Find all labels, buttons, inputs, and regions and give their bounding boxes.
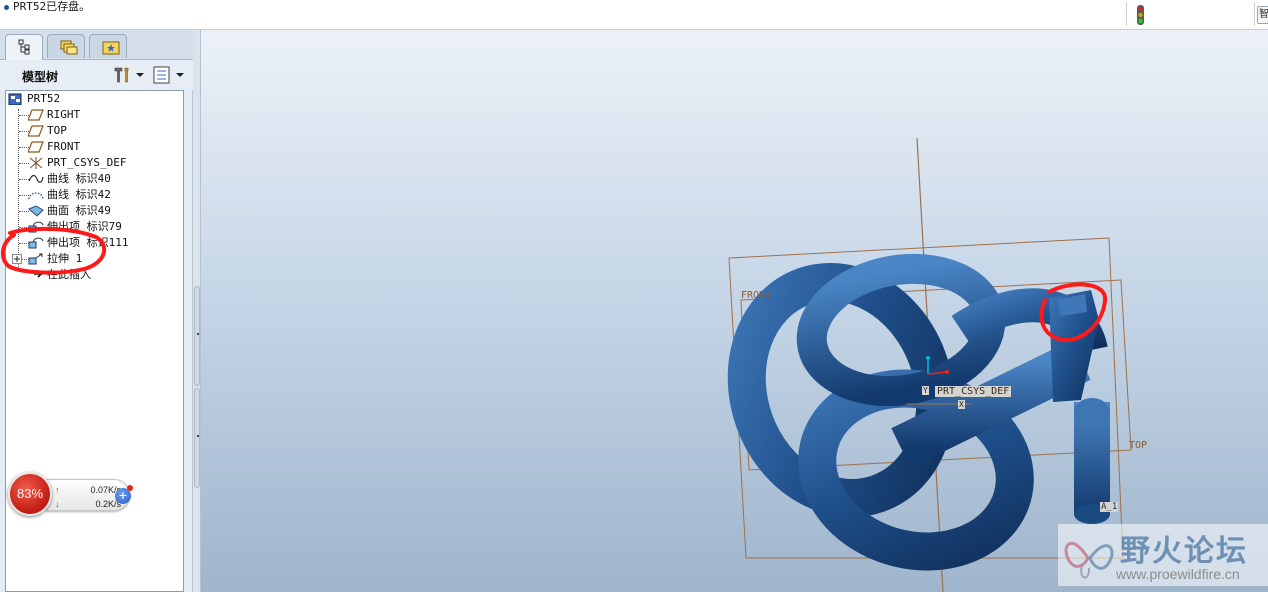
tree-settings-button[interactable] (112, 65, 146, 85)
label-front[interactable]: FRONT (741, 290, 771, 301)
watermark-title: 野火论坛 (1120, 534, 1248, 569)
status-divider (1126, 2, 1127, 26)
regen-status-icon[interactable] (1136, 5, 1145, 25)
part-icon (8, 93, 22, 105)
status-divider-2 (1254, 2, 1255, 26)
speed-panel: ↑ 0.07K/s ↓ 0.2K/s + (46, 479, 133, 511)
list-icon (153, 66, 170, 84)
network-speed-widget[interactable]: ↑ 0.07K/s ↓ 0.2K/s + 83% (8, 472, 133, 516)
tree-show-button[interactable] (152, 65, 186, 85)
model-tree-tab[interactable] (5, 34, 43, 61)
red-annotation-circle (1, 226, 107, 275)
datum-plane-icon (28, 141, 44, 153)
model-tree-header: 模型树 (0, 60, 193, 90)
smart-filter-button[interactable]: 智 (1257, 6, 1268, 24)
model-tree-title: 模型树 (22, 70, 59, 84)
favorites-tab[interactable] (89, 34, 127, 58)
navigator-panel: 模型树 PRT52 RIGHT TOP FRONT PRT_CSYS_DEF 曲… (0, 30, 193, 592)
notification-badge (127, 485, 133, 491)
panel-splitter[interactable] (193, 30, 201, 592)
tree-icon (18, 39, 30, 55)
status-message: PRT52已存盘。 (13, 0, 91, 13)
graphics-window[interactable]: FRONT TOP PRT_CSYS_DEF Y X A_1 (201, 30, 1268, 592)
favorites-icon (102, 41, 120, 55)
splitter-grip[interactable] (194, 286, 200, 386)
grip-dot (197, 435, 199, 437)
surface-icon (28, 205, 44, 217)
splitter-grip[interactable] (194, 388, 200, 488)
navigator-tabs (0, 30, 193, 61)
butterfly-logo-icon (1064, 541, 1114, 579)
label-csys[interactable]: PRT_CSYS_DEF (935, 386, 1012, 397)
download-arrow-icon: ↓ (55, 499, 60, 509)
chevron-down-icon (176, 73, 184, 77)
watermark-url: www.proewildfire.cn (1116, 566, 1240, 582)
label-csys-x: X (958, 400, 965, 409)
upload-arrow-icon: ↑ (55, 485, 60, 495)
folder-browser-tab[interactable] (47, 34, 85, 58)
curve-icon (28, 174, 44, 183)
forum-watermark: 野火论坛 www.proewildfire.cn (1058, 524, 1268, 586)
grip-dot (197, 333, 199, 335)
knot-model[interactable] (717, 253, 1110, 573)
datum-plane-icon (28, 109, 44, 121)
message-bar: PRT52已存盘。 智 (0, 0, 1268, 30)
chevron-down-icon (136, 73, 144, 77)
label-axis-a1[interactable]: A_1 (1100, 502, 1119, 512)
label-top[interactable]: TOP (1129, 440, 1147, 451)
folders-icon (60, 40, 78, 55)
upload-speed: 0.07K/s (90, 485, 121, 495)
tools-icon (114, 67, 129, 83)
curve-dotted-icon (28, 192, 44, 200)
model-tree: PRT52 RIGHT TOP FRONT PRT_CSYS_DEF 曲线 标识… (1, 90, 184, 592)
datum-plane-icon (28, 125, 44, 137)
csys-icon (29, 157, 43, 169)
status-bullet-icon (4, 5, 9, 10)
label-csys-y: Y (922, 386, 929, 395)
download-speed: 0.2K/s (95, 499, 121, 509)
speed-percent-circle[interactable]: 83% (8, 472, 52, 516)
